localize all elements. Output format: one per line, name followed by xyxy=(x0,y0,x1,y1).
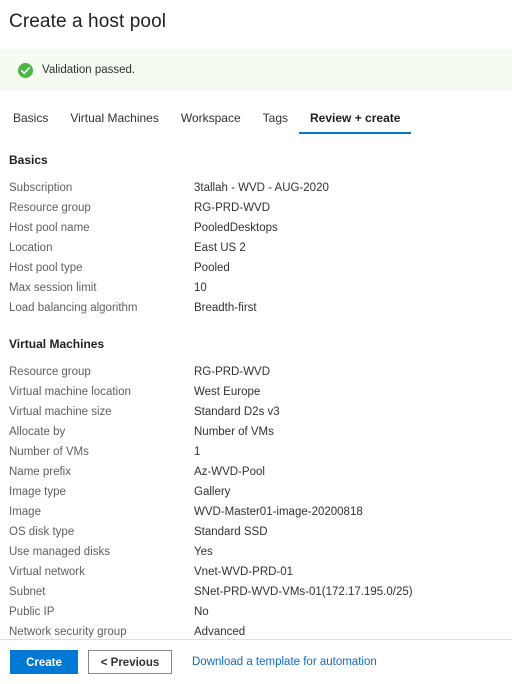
table-row: Host pool name PooledDesktops xyxy=(0,218,512,238)
row-value: RG-PRD-WVD xyxy=(194,366,271,378)
table-row: Number of VMs 1 xyxy=(0,442,512,462)
row-value: PooledDesktops xyxy=(194,222,278,234)
tab-tags[interactable]: Tags xyxy=(252,110,299,134)
row-value: Breadth-first xyxy=(194,302,257,314)
table-row: Virtual network Vnet-WVD-PRD-01 xyxy=(0,562,512,582)
row-value: Standard SSD xyxy=(194,526,268,538)
table-row: Virtual machine location West Europe xyxy=(0,382,512,402)
table-row: Image WVD-Master01-image-20200818 xyxy=(0,502,512,522)
table-row: Allocate by Number of VMs xyxy=(0,422,512,442)
row-label: Max session limit xyxy=(9,282,97,294)
previous-button[interactable]: < Previous xyxy=(88,650,172,674)
row-label: Host pool type xyxy=(9,262,83,274)
row-value: 1 xyxy=(194,446,201,458)
table-row: Resource group RG-PRD-WVD xyxy=(0,362,512,382)
tab-workspace[interactable]: Workspace xyxy=(170,110,252,134)
row-label: Resource group xyxy=(9,202,91,214)
tab-basics[interactable]: Basics xyxy=(9,110,59,134)
create-button[interactable]: Create xyxy=(10,650,78,674)
table-row: Load balancing algorithm Breadth-first xyxy=(0,298,512,318)
row-label: Public IP xyxy=(9,606,55,618)
row-value: WVD-Master01-image-20200818 xyxy=(194,506,363,518)
row-value: Az-WVD-Pool xyxy=(194,466,265,478)
row-value: Pooled xyxy=(194,262,230,274)
section-virtual-machines: Virtual Machines Resource group RG-PRD-W… xyxy=(0,336,512,642)
row-label: Virtual machine size xyxy=(9,406,112,418)
row-label: Use managed disks xyxy=(9,546,110,558)
page-title: Create a host pool xyxy=(9,11,167,32)
row-label: Virtual network xyxy=(9,566,85,578)
row-value: Yes xyxy=(194,546,213,558)
table-row: Max session limit 10 xyxy=(0,278,512,298)
row-label: Image type xyxy=(9,486,66,498)
table-row: Subnet SNet-PRD-WVD-VMs-01(172.17.195.0/… xyxy=(0,582,512,602)
validation-message: Validation passed. xyxy=(42,64,136,76)
tab-virtual-machines[interactable]: Virtual Machines xyxy=(59,110,170,134)
row-label: Virtual machine location xyxy=(9,386,131,398)
wizard-footer: Create < Previous Download a template fo… xyxy=(0,639,512,684)
table-row: Location East US 2 xyxy=(0,238,512,258)
tab-review-create[interactable]: Review + create xyxy=(299,110,412,134)
row-label: Subscription xyxy=(9,182,73,194)
row-label: Number of VMs xyxy=(9,446,89,458)
table-row: Public IP No xyxy=(0,602,512,622)
row-value: 10 xyxy=(194,282,207,294)
download-template-link[interactable]: Download a template for automation xyxy=(192,656,377,668)
row-value: RG-PRD-WVD xyxy=(194,202,271,214)
row-value: Number of VMs xyxy=(194,426,274,438)
table-row: Image type Gallery xyxy=(0,482,512,502)
row-value: East US 2 xyxy=(194,242,246,254)
row-label: Location xyxy=(9,242,53,254)
row-label: Load balancing algorithm xyxy=(9,302,138,314)
review-content: Basics Subscription 3tallah - WVD - AUG-… xyxy=(0,152,512,660)
check-circle-icon xyxy=(18,62,33,78)
table-row: OS disk type Standard SSD xyxy=(0,522,512,542)
table-row: Resource group RG-PRD-WVD xyxy=(0,198,512,218)
row-value: Gallery xyxy=(194,486,231,498)
row-value: Vnet-WVD-PRD-01 xyxy=(194,566,294,578)
row-label: Subnet xyxy=(9,586,46,598)
row-value: No xyxy=(194,606,209,618)
row-label: Host pool name xyxy=(9,222,90,234)
row-label: OS disk type xyxy=(9,526,75,538)
row-value: Standard D2s v3 xyxy=(194,406,280,418)
table-row: Host pool type Pooled xyxy=(0,258,512,278)
section-title-virtual-machines: Virtual Machines xyxy=(9,337,105,351)
row-label: Resource group xyxy=(9,366,91,378)
table-row: Use managed disks Yes xyxy=(0,542,512,562)
row-value: West Europe xyxy=(194,386,261,398)
section-title-basics: Basics xyxy=(9,153,48,167)
row-label: Allocate by xyxy=(9,426,66,438)
validation-banner: Validation passed. xyxy=(0,50,512,90)
row-value: SNet-PRD-WVD-VMs-01(172.17.195.0/25) xyxy=(194,586,413,598)
row-label: Image xyxy=(9,506,41,518)
section-basics: Basics Subscription 3tallah - WVD - AUG-… xyxy=(0,152,512,318)
row-label: Name prefix xyxy=(9,466,71,478)
wizard-tabs: Basics Virtual Machines Workspace Tags R… xyxy=(9,110,412,134)
table-row: Subscription 3tallah - WVD - AUG-2020 xyxy=(0,178,512,198)
table-row: Name prefix Az-WVD-Pool xyxy=(0,462,512,482)
row-value: 3tallah - WVD - AUG-2020 xyxy=(194,182,329,194)
table-row: Virtual machine size Standard D2s v3 xyxy=(0,402,512,422)
